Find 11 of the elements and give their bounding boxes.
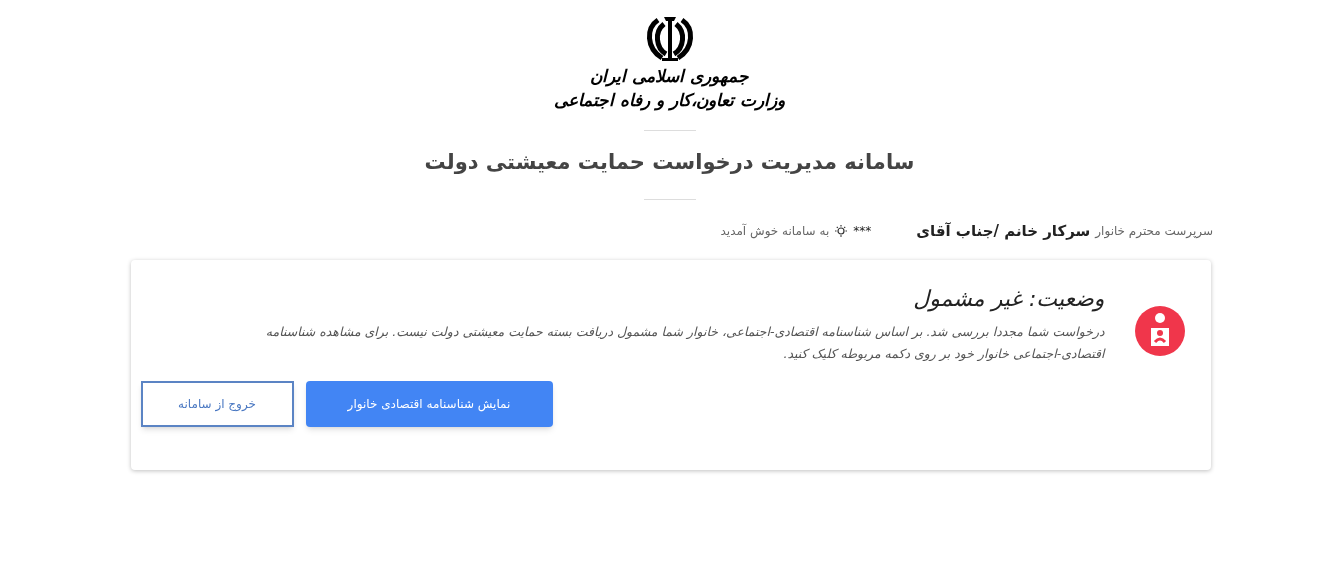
status-message: درخواست شما مجددا بررسی شد. بر اساس شناسنامه اقتصادی-اجتماعی، خانوار شما مشمول دریافت بسته حمایت معیشتی دولت نیست. برای مشاهده شناسنامه اقتصادی-اجتماعی خانوار خود بر روی دکمه مربوطه کلیک کنید.: [264, 323, 1105, 363]
greeting-role: سرپرست محترم خانوار: [1095, 222, 1213, 240]
welcome-text: به سامانه خوش آمدید: [720, 222, 830, 240]
emblem-caption: وزارت تعاون،کار و رفاه اجتماعی: [554, 89, 785, 112]
emblem-caption: جمهوری اسلامی ایران: [590, 65, 749, 88]
page-title: سامانه مدیریت درخواست حمایت معیشتی دولت: [424, 149, 915, 176]
exit-button[interactable]: خروج از سامانه: [140, 381, 294, 427]
user-name: ***: [853, 222, 872, 240]
status-title: وضعیت: غیر مشمول: [912, 285, 1105, 314]
greeting-salutation: سرکار خانم /جناب آقای: [916, 220, 1091, 242]
show-profile-button[interactable]: نمایش شناسنامه اقتصادی خانوار: [305, 381, 553, 427]
